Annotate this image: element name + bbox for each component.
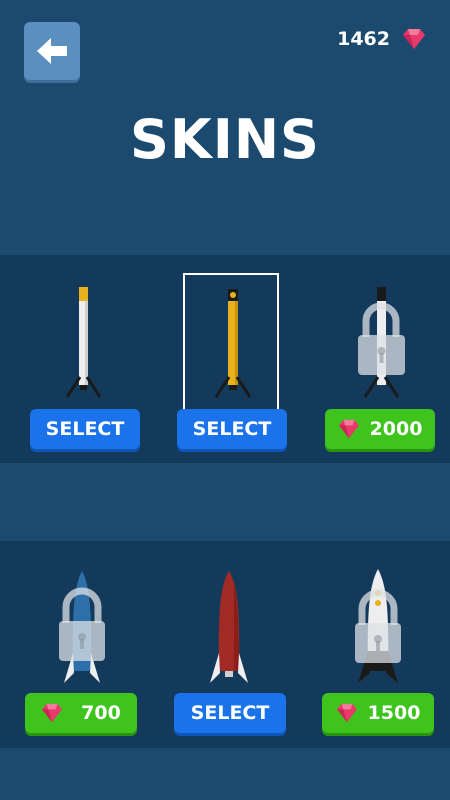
ruby-gem-icon — [42, 703, 63, 723]
rocket-skin-red-icon — [210, 571, 248, 683]
lock-icon — [358, 302, 405, 375]
buy-button[interactable]: 2000 — [325, 409, 435, 449]
skin-card-4[interactable]: 700 — [7, 541, 157, 748]
skin-card-3[interactable]: 2000 — [305, 255, 450, 463]
arrow-left-icon — [37, 38, 67, 64]
ruby-gem-icon — [403, 29, 425, 49]
lock-icon — [59, 587, 105, 661]
skin-card-5[interactable]: SELECT — [154, 541, 304, 748]
back-button[interactable] — [24, 22, 80, 80]
select-button[interactable]: SELECT — [174, 693, 286, 733]
page-title: SKINS — [130, 108, 320, 171]
gem-counter: 1462 — [337, 28, 426, 50]
ruby-gem-icon — [338, 419, 359, 439]
skins-row-1: SELECT SELECT 2000 — [0, 255, 450, 463]
skin-card-2[interactable]: SELECT — [157, 255, 307, 463]
skin-card-1[interactable]: SELECT — [8, 255, 158, 463]
select-button[interactable]: SELECT — [30, 409, 140, 449]
select-button[interactable]: SELECT — [177, 409, 287, 449]
rocket-skin-white-icon — [65, 287, 102, 398]
gem-count: 1462 — [337, 28, 390, 50]
skin-card-6[interactable]: 1500 — [304, 541, 450, 748]
rocket-skin-yellow-icon — [214, 289, 252, 398]
ruby-gem-icon — [336, 703, 357, 723]
lock-icon — [355, 589, 401, 663]
skins-row-2: 700 SELECT 1500 — [0, 541, 450, 748]
buy-button[interactable]: 700 — [25, 693, 137, 733]
buy-button[interactable]: 1500 — [322, 693, 434, 733]
